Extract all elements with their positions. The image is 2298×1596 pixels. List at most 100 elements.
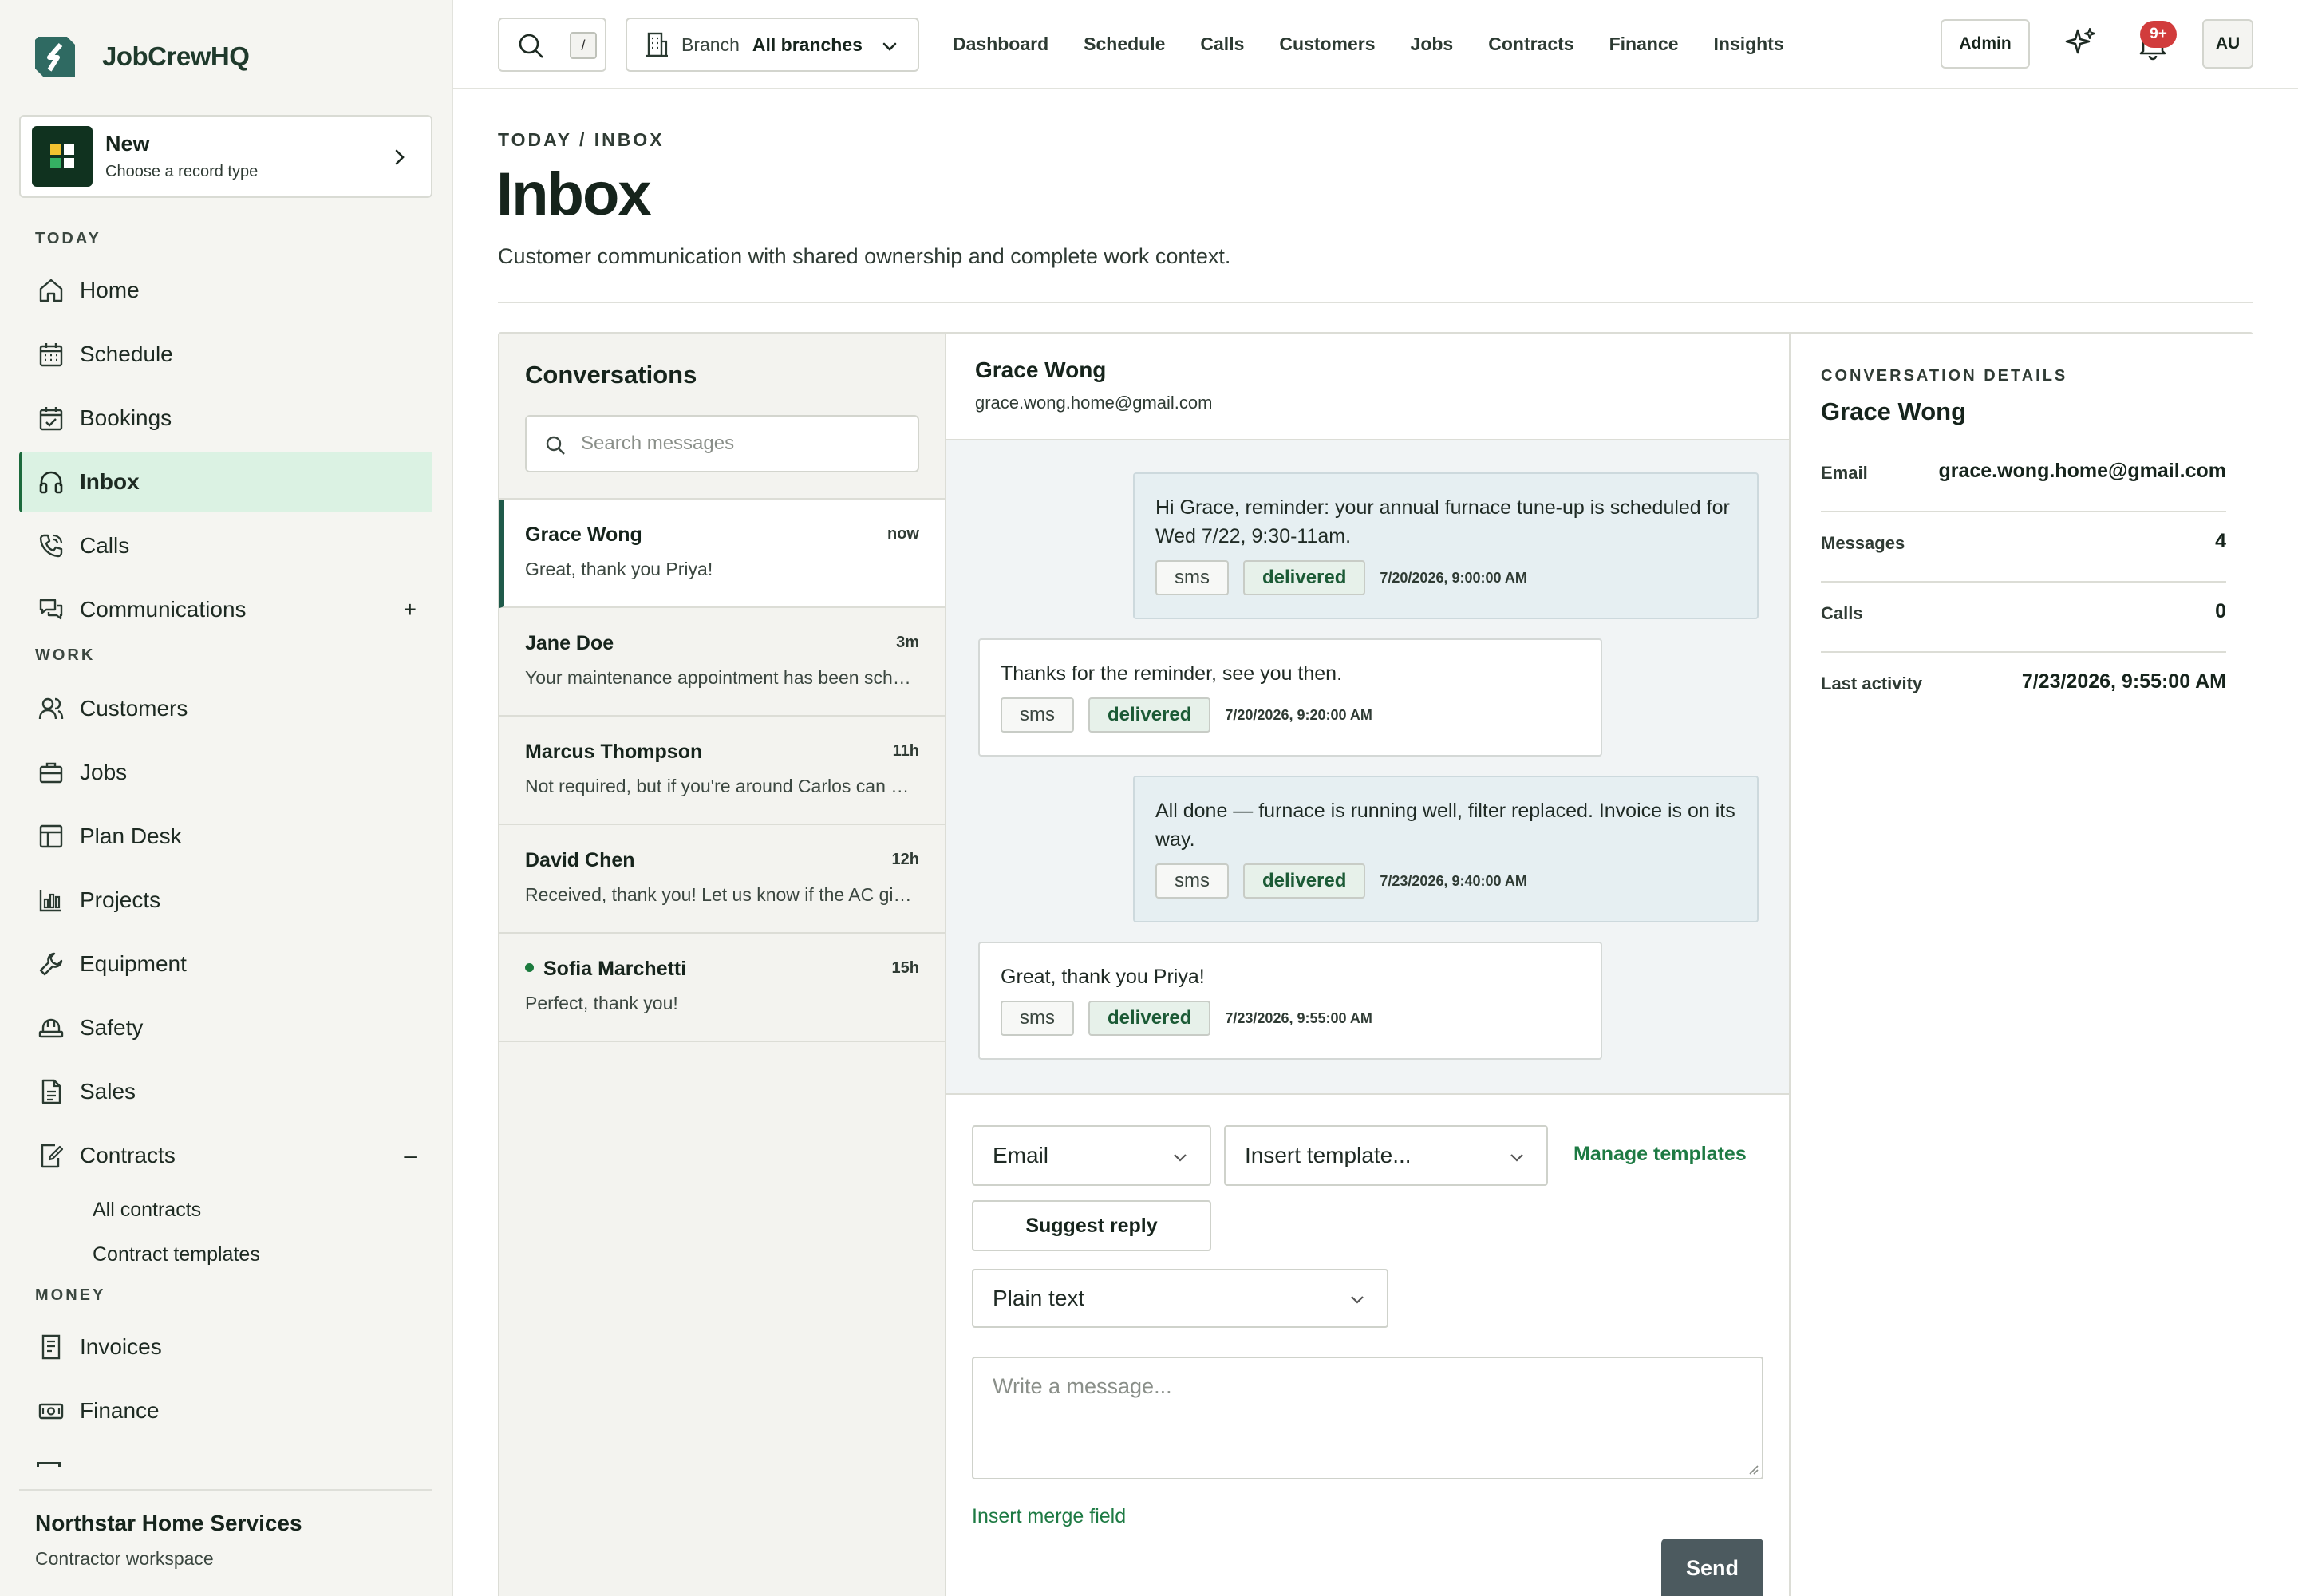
suggest-reply-button[interactable]: Suggest reply [972,1200,1211,1251]
document-icon [35,1076,67,1108]
conversation-time: 11h [892,742,919,760]
status-badge: delivered [1243,560,1366,595]
sidebar-item-bookings[interactable]: Bookings [19,388,432,448]
sidebar-item-label: Plan Desk [80,824,182,848]
sidebar-item-finance[interactable]: Finance [19,1381,432,1441]
keyboard-shortcut: / [570,32,597,59]
thread-contact-name: Grace Wong [975,358,1107,382]
conversations-title: Conversations [525,361,697,389]
channel-tag: sms [1001,697,1074,733]
conversation-preview: Your maintenance appointment has been sc… [525,667,916,688]
branch-selector[interactable]: Branch All branches [626,18,919,72]
topnav-jobs[interactable]: Jobs [1411,34,1454,55]
calendar-check-icon [35,402,67,434]
sidebar-item-plan-desk[interactable]: Plan Desk [19,806,432,867]
message-input[interactable]: Write a message... [972,1357,1763,1479]
template-select[interactable]: Insert template... [1224,1125,1548,1186]
branch-label: Branch [681,34,740,55]
composer: Email Insert template... Manage template… [946,1096,1789,1596]
message-timestamp: 7/20/2026, 9:20:00 AM [1225,706,1372,723]
inbox-panels: Conversations Search messages Grace Wong… [498,332,2253,1596]
top-bar: / Branch All branches Dashboard Schedule… [453,0,2298,89]
message-timestamp: 7/20/2026, 9:00:00 AM [1380,569,1527,586]
new-record-button[interactable]: New Choose a record type [19,115,432,198]
conversation-search-input[interactable]: Search messages [525,415,919,472]
sidebar-item-label: Inbox [80,469,140,494]
sidebar-item-equipment[interactable]: Equipment [19,934,432,994]
logo-icon [35,37,75,77]
calendar-icon [35,338,67,370]
sidebar-item-jobs[interactable]: Jobs [19,742,432,803]
sidebar-item-label: Bookings [80,405,172,430]
search-placeholder: Search messages [581,433,735,454]
detail-value: 0 [2215,600,2226,622]
topnav-insights[interactable]: Insights [1714,34,1784,55]
sidebar-item-projects[interactable]: Projects [19,870,432,930]
admin-button[interactable]: Admin [1941,19,2030,69]
sidebar-item-invoices[interactable]: Invoices [19,1317,432,1377]
sidebar-subitem-all-contracts[interactable]: All contracts [93,1199,201,1222]
detail-key: Calls [1821,603,1863,623]
sidebar-item-home[interactable]: Home [19,260,432,321]
org-name[interactable]: Northstar Home Services [35,1511,302,1536]
conversation-preview: Perfect, thank you! [525,993,678,1013]
expand-toggle[interactable]: + [404,597,417,622]
message-text: Great, thank you Priya! [1001,966,1205,988]
section-label-money: MONEY [35,1286,106,1304]
sidebar-item-customers[interactable]: Customers [19,678,432,739]
conversations-panel: Conversations Search messages Grace Wong… [499,334,946,1596]
detail-key: Messages [1821,533,1905,553]
insert-merge-field-link[interactable]: Insert merge field [972,1505,1126,1528]
sidebar-item-label: Home [80,278,140,302]
clipped-icon [37,1462,61,1467]
sidebar-subitem-contract-templates[interactable]: Contract templates [93,1243,260,1266]
resize-grip-icon[interactable] [1746,1462,1759,1475]
global-search-button[interactable]: / [498,18,606,72]
sidebar-item-schedule[interactable]: Schedule [19,324,432,385]
conversation-name: Jane Doe [525,632,614,654]
sidebar-item-sales[interactable]: Sales [19,1061,432,1122]
conversation-item[interactable]: Sofia Marchetti 15h Perfect, thank you! [499,934,945,1042]
chart-icon [35,884,67,916]
topnav-calls[interactable]: Calls [1200,34,1244,55]
conversation-preview: Received, thank you! Let us know if the … [525,884,916,905]
message-timestamp: 7/23/2026, 9:40:00 AM [1380,872,1527,889]
sidebar-item-label: Customers [80,696,188,721]
topnav-contracts[interactable]: Contracts [1488,34,1573,55]
sidebar-item-communications[interactable]: Communications + [19,579,432,640]
message-incoming: Thanks for the reminder, see you then. s… [978,638,1602,757]
building-icon [646,32,668,57]
message-timestamp: 7/23/2026, 9:55:00 AM [1225,1009,1372,1026]
detail-row-calls: Calls 0 [1821,583,2226,653]
sidebar-item-inbox[interactable]: Inbox [19,452,432,512]
sidebar-item-contracts[interactable]: Contracts – [19,1125,432,1186]
topnav-dashboard[interactable]: Dashboard [953,34,1048,55]
org-subtitle: Contractor workspace [35,1548,214,1569]
topnav-customers[interactable]: Customers [1279,34,1375,55]
topnav-finance[interactable]: Finance [1609,34,1679,55]
conversation-preview: Great, thank you Priya! [525,559,713,579]
avatar[interactable]: AU [2202,19,2253,69]
header-divider [498,302,2253,303]
conversation-item[interactable]: Grace Wong now Great, thank you Priya! [499,500,945,608]
conversation-name-row: Sofia Marchetti [525,958,686,981]
format-select[interactable]: Plain text [972,1269,1388,1328]
conversation-item[interactable]: Jane Doe 3m Your maintenance appointment… [499,608,945,717]
sidebar-item-label: Equipment [80,951,187,976]
sidebar-item-calls[interactable]: Calls [19,516,432,576]
app-logo[interactable]: JobCrewHQ [32,34,250,80]
conversation-item[interactable]: David Chen 12h Received, thank you! Let … [499,825,945,934]
conversation-item[interactable]: Marcus Thompson 11h Not required, but if… [499,717,945,825]
hardhat-icon [35,1012,67,1044]
detail-value: grace.wong.home@gmail.com [1938,460,2226,482]
topnav-schedule[interactable]: Schedule [1084,34,1165,55]
manage-templates-link[interactable]: Manage templates [1573,1143,1747,1166]
sparkle-icon[interactable] [2063,26,2099,61]
chevron-down-icon [1351,1296,1364,1304]
sidebar-item-label: Safety [80,1015,144,1040]
channel-select[interactable]: Email [972,1125,1211,1186]
send-button[interactable]: Send [1661,1539,1763,1596]
sidebar-item-safety[interactable]: Safety [19,998,432,1058]
sidebar-item-label: Schedule [80,342,173,366]
collapse-toggle[interactable]: – [404,1143,417,1168]
